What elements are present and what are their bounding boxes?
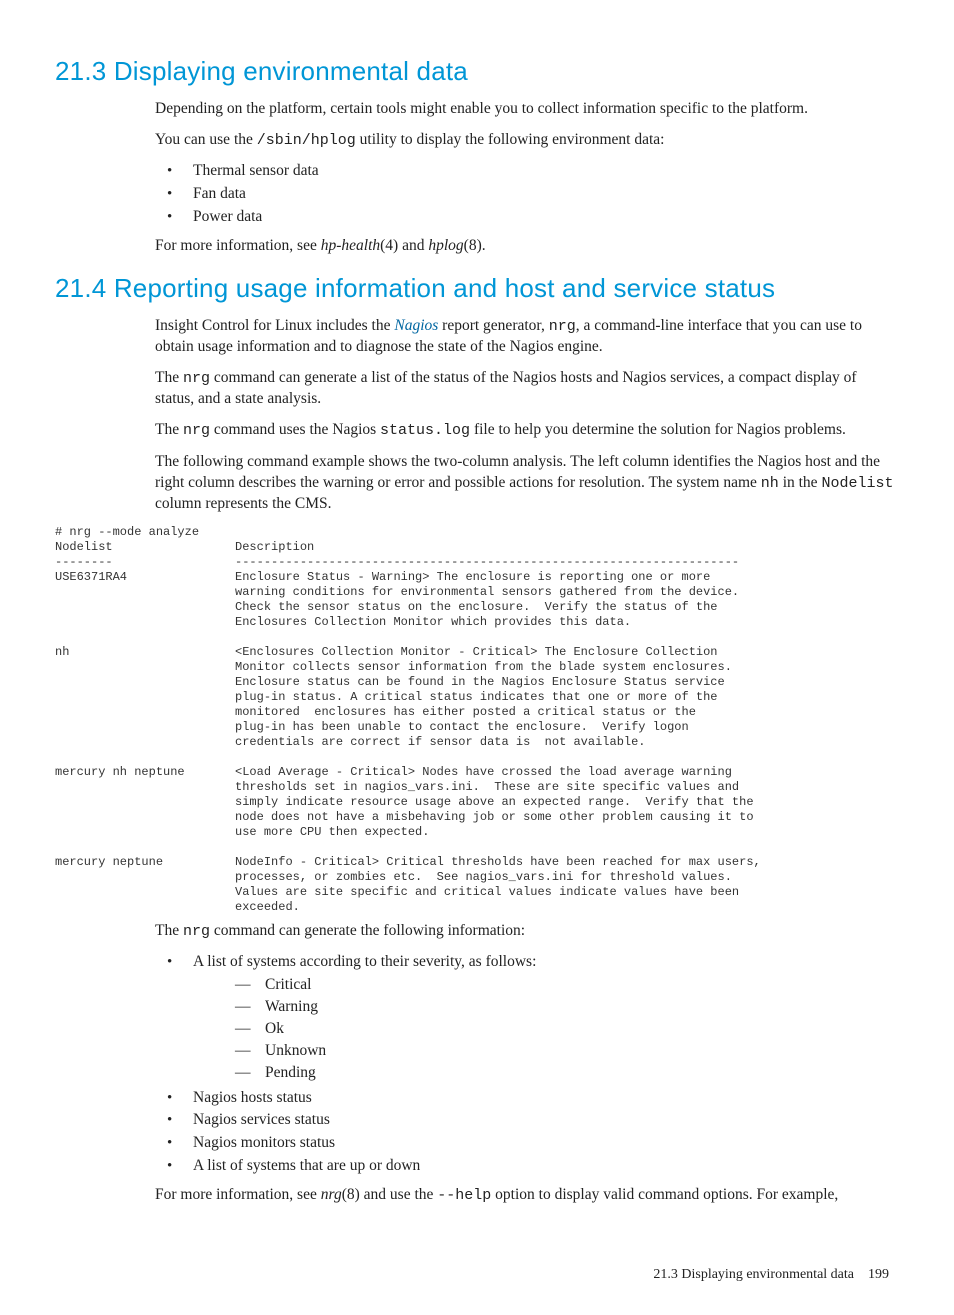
paragraph: The nrg command can generate the followi… [155,921,899,942]
paragraph: The nrg command can generate a list of t… [155,368,899,410]
page-footer: 21.3 Displaying environmental data 199 [55,1266,899,1285]
manpage-ref: hplog [428,237,463,254]
paragraph: The following command example shows the … [155,452,899,515]
list-item: Nagios monitors status [155,1133,899,1154]
paragraph: Depending on the platform, certain tools… [155,99,899,120]
paragraph: For more information, see nrg(8) and use… [155,1185,899,1206]
text: command can generate the following infor… [210,922,525,939]
list-item: Power data [155,207,899,228]
inline-code: nrg [183,422,210,439]
text: report generator, [438,317,548,334]
footer-section-ref: 21.3 Displaying environmental data [653,1267,854,1282]
section-21-4-body: Insight Control for Linux includes the N… [155,316,899,515]
text: Insight Control for Linux includes the [155,317,394,334]
list-item: Unknown [231,1041,899,1062]
inline-code: nh [761,475,779,492]
inline-code: nrg [549,318,576,335]
text: command uses the Nagios [210,421,380,438]
list-item: Fan data [155,184,899,205]
text: (4) and [380,237,428,254]
inline-code: Nodelist [821,475,893,492]
text: file to help you determine the solution … [470,421,846,438]
list-item: A list of systems that are up or down [155,1156,899,1177]
list-item: Nagios hosts status [155,1088,899,1109]
list-item: Ok [231,1019,899,1040]
paragraph: Insight Control for Linux includes the N… [155,316,899,358]
list-item: A list of systems according to their sev… [155,952,899,1084]
text: in the [779,474,822,491]
text: utility to display the following environ… [356,131,665,148]
list-item: Warning [231,997,899,1018]
inline-code: --help [437,1187,491,1204]
text: command can generate a list of the statu… [155,369,857,407]
section-heading-21-4: 21.4 Reporting usage information and hos… [55,271,899,306]
bullet-list: A list of systems according to their sev… [155,952,899,1177]
text: For more information, see [155,1186,321,1203]
section-heading-21-3: 21.3 Displaying environmental data [55,54,899,89]
paragraph: The nrg command uses the Nagios status.l… [155,420,899,441]
paragraph: You can use the /sbin/hplog utility to d… [155,130,899,151]
text: The [155,369,183,386]
text: For more information, see [155,237,321,254]
inline-code: status.log [380,422,470,439]
list-item: Pending [231,1063,899,1084]
text: column represents the CMS. [155,495,332,512]
section-21-4-body-continued: The nrg command can generate the followi… [155,921,899,1207]
text: (8) and use the [342,1186,438,1203]
text: The [155,922,183,939]
text: A list of systems according to their sev… [193,953,536,970]
manpage-ref: nrg [321,1186,342,1203]
inline-code: /sbin/hplog [257,132,356,149]
page-number: 199 [868,1267,889,1282]
nagios-link[interactable]: Nagios [394,317,438,334]
sub-list: Critical Warning Ok Unknown Pending [193,975,899,1084]
bullet-list: Thermal sensor data Fan data Power data [155,161,899,228]
manpage-ref: hp-health [321,237,380,254]
inline-code: nrg [183,370,210,387]
section-21-3-body: Depending on the platform, certain tools… [155,99,899,257]
list-item: Nagios services status [155,1110,899,1131]
list-item: Thermal sensor data [155,161,899,182]
code-block-nrg-analyze: # nrg --mode analyze Nodelist Descriptio… [55,525,899,915]
inline-code: nrg [183,923,210,940]
list-item: Critical [231,975,899,996]
text: You can use the [155,131,257,148]
text: option to display valid command options.… [491,1186,838,1203]
text: The [155,421,183,438]
text: (8). [464,237,486,254]
paragraph: For more information, see hp-health(4) a… [155,236,899,257]
